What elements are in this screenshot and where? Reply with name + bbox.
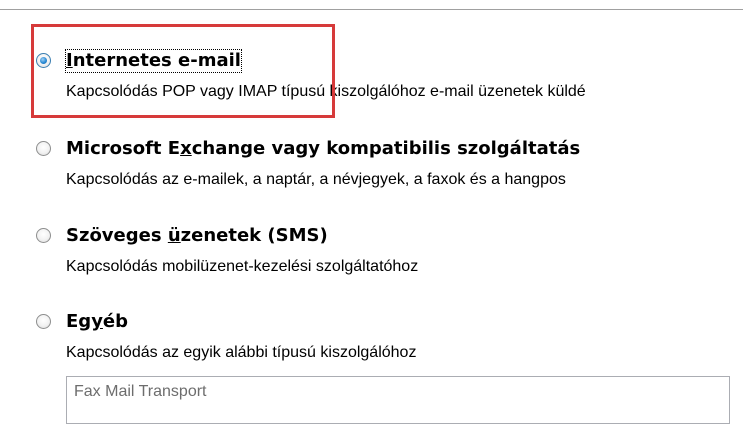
- mnemonic-letter: ü: [167, 225, 181, 246]
- option-description-internet-email: Kapcsolódás POP vagy IMAP típusú kiszolg…: [66, 83, 586, 100]
- option-description-other: Kapcsolódás az egyik alábbi típusú kiszo…: [66, 344, 417, 361]
- option-description-sms: Kapcsolódás mobilüzenet-kezelési szolgál…: [66, 258, 419, 275]
- mnemonic-letter: x: [180, 138, 192, 159]
- option-description-exchange: Kapcsolódás az e-mailek, a naptár, a név…: [66, 171, 566, 188]
- mnemonic-letter: y: [91, 311, 103, 332]
- radio-internet-email[interactable]: [36, 53, 51, 68]
- option-title-internet-email[interactable]: Internetes e-mail: [65, 49, 242, 73]
- option-title-other[interactable]: Egyéb: [66, 311, 128, 333]
- server-type-listbox[interactable]: Fax Mail Transport: [66, 376, 730, 424]
- radio-other[interactable]: [36, 314, 51, 329]
- radio-exchange[interactable]: [36, 141, 51, 156]
- radio-selected-dot-icon: [40, 57, 47, 64]
- mnemonic-letter: I: [66, 50, 73, 71]
- top-separator-line: [0, 9, 743, 10]
- radio-sms[interactable]: [36, 228, 51, 243]
- listbox-item-fax-mail-transport[interactable]: Fax Mail Transport: [74, 382, 206, 402]
- option-title-sms[interactable]: Szöveges üzenetek (SMS): [66, 225, 328, 247]
- option-title-exchange[interactable]: Microsoft Exchange vagy kompatibilis szo…: [66, 138, 580, 160]
